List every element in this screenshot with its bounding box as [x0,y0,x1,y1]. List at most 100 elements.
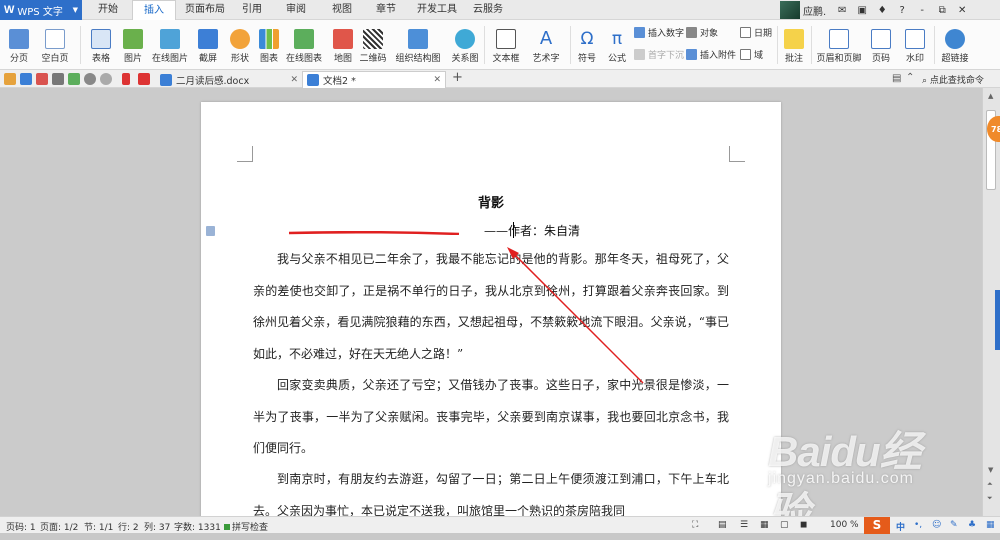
status-page[interactable]: 页面: 1/2 [40,520,78,533]
object-button[interactable]: 对象 [686,25,718,39]
qrcode-button[interactable]: 二维码 [358,22,388,66]
watermark-button[interactable]: 水印 [900,22,930,66]
online-chart-button[interactable]: 在线图表 [284,22,324,66]
paragraph[interactable]: 回家变卖典质，父亲还了亏空；又借钱办了丧事。这些日子，家中光景很是惨淡，一半为了… [253,370,729,465]
next-page-icon[interactable]: ⏷ [987,494,993,503]
close-icon[interactable]: ✕ [290,75,298,85]
message-icon[interactable]: ✉ [832,5,852,16]
tab-references[interactable]: 引用 [234,0,270,20]
focus-mode-icon[interactable]: ◼ [800,520,807,530]
print-icon[interactable] [52,73,64,85]
tab-home[interactable]: 开始 [86,0,130,20]
emoji-icon[interactable]: ☺ [932,520,941,530]
status-page-code[interactable]: 页码: 1 [6,520,36,533]
document-title[interactable]: 背影 [201,192,781,211]
undo-icon[interactable] [84,73,96,85]
screenshot-button[interactable]: 截屏 [193,22,223,66]
paragraph-layout-icon[interactable] [206,226,215,236]
tab-insert[interactable]: 插入 [132,0,176,21]
tab-developer[interactable]: 开发工具 [412,0,462,20]
pi-icon: π [611,29,623,49]
minimize-button[interactable]: - [912,5,932,16]
help-button[interactable]: ? [892,5,912,16]
calendar-icon [740,26,751,38]
close-button[interactable]: ✕ [952,5,972,16]
online-picture-button[interactable]: 在线图片 [150,22,190,66]
insert-number-button[interactable]: 插入数字 [634,25,684,39]
side-panel-tab[interactable] [995,290,1000,350]
drop-cap-button[interactable]: 首字下沉 [634,47,684,61]
header-footer-button[interactable]: 页眉和页脚 [815,22,863,66]
web-view-icon[interactable]: ▦ [760,520,769,530]
redo-icon[interactable] [100,73,112,85]
pin-icon[interactable] [122,73,130,85]
preview-icon[interactable] [68,73,80,85]
page-view-icon[interactable]: ▤ [718,520,727,530]
avatar[interactable] [780,1,800,19]
fullscreen-icon[interactable]: ⛶ [692,520,698,530]
status-section[interactable]: 节: 1/1 [84,520,113,533]
scroll-down-icon[interactable]: ▼ [988,466,993,474]
symbol-button[interactable]: Ω 符号 [574,22,600,66]
date-button[interactable]: 日期 [740,25,772,39]
restore-button[interactable]: ⧉ [932,5,952,16]
shirt-icon[interactable]: ♦ [872,5,892,16]
skin-icon[interactable]: ▣ [852,5,872,16]
picture-button[interactable]: 图片 [118,22,148,66]
status-row[interactable]: 行: 2 [118,520,139,533]
scroll-up-icon[interactable]: ▲ [988,92,993,100]
relation-chart-button[interactable]: 关系图 [450,22,480,66]
tools-icon[interactable]: ▦ [986,520,995,530]
omega-icon: Ω [580,29,594,49]
tab-page-layout[interactable]: 页面布局 [180,0,230,20]
doc-tab-active[interactable]: 文档2 * ✕ [302,71,446,88]
document-page[interactable]: 背影 ——作者：朱自清 我与父亲不相见已二年余了，我最不能忘记的是他的背影。那年… [201,102,781,516]
page-break-button[interactable]: 分页 [4,22,34,66]
new-tab-button[interactable]: + [452,70,463,85]
table-button[interactable]: 表格 [86,22,116,66]
punctuation-icon[interactable]: •, [914,520,922,530]
hyperlink-button[interactable]: 超链接 [938,22,972,66]
map-button[interactable]: 地图 [330,22,356,66]
user-name[interactable]: 应鹏. [803,3,826,18]
textbox-button[interactable]: 文本框 [488,22,524,66]
author-line[interactable]: ——作者：朱自清 [484,222,580,239]
save-icon[interactable] [20,73,32,85]
page-number-button[interactable]: 页码 [866,22,896,66]
skin-icon[interactable]: ♣ [968,520,976,530]
attachment-button[interactable]: 插入附件 [686,47,736,61]
voice-icon[interactable]: ✎ [950,520,958,530]
tab-review[interactable]: 审阅 [278,0,314,20]
comment-button[interactable]: 批注 [781,22,807,66]
sidebar-toggle-icon[interactable]: ▤ [892,73,901,84]
document-icon [307,74,319,86]
tab-cloud[interactable]: 云服务 [466,0,510,20]
shape-button[interactable]: 形状 [225,22,255,66]
doc-tab-inactive[interactable]: 二月读后感.docx ✕ [156,71,302,88]
org-chart-button[interactable]: 组织结构图 [392,22,444,66]
blank-page-button[interactable]: 空白页 [36,22,74,66]
wps-menu-button[interactable]: W WPS 文字 ▼ [0,0,82,20]
chart-button[interactable]: 图表 [256,22,282,66]
spell-check-toggle[interactable]: 拼写检查 [224,520,268,533]
ime-mode[interactable]: 中 [896,520,905,533]
sogou-ime-icon[interactable]: S [864,517,890,534]
status-col[interactable]: 列: 37 [144,520,170,533]
find-command[interactable]: ⌕ 点此查找命令 [922,73,984,86]
status-word-count[interactable]: 字数: 1331 [174,520,221,533]
pdf-icon[interactable] [36,73,48,85]
prev-page-icon[interactable]: ⏶ [987,480,993,489]
expand-icon[interactable]: ⌃ [906,72,914,83]
formula-button[interactable]: π 公式 [604,22,630,66]
paragraph[interactable]: 到南京时，有朋友约去游逛，勾留了一日；第二日上午便须渡江到浦口，下午上车北去。父… [253,464,729,516]
zoom-level[interactable]: 100 % [830,520,859,530]
wordart-button[interactable]: A 艺术字 [528,22,564,66]
paragraph[interactable]: 我与父亲不相见已二年余了，我最不能忘记的是他的背影。那年冬天，祖母死了，父亲的差… [253,244,729,370]
tab-view[interactable]: 视图 [324,0,360,20]
open-icon[interactable] [4,73,16,85]
outline-view-icon[interactable]: ☰ [740,520,748,530]
field-button[interactable]: 域 [740,47,763,61]
reading-view-icon[interactable]: ▢ [780,520,789,530]
close-icon[interactable]: ✕ [433,75,441,85]
tab-chapter[interactable]: 章节 [368,0,404,20]
